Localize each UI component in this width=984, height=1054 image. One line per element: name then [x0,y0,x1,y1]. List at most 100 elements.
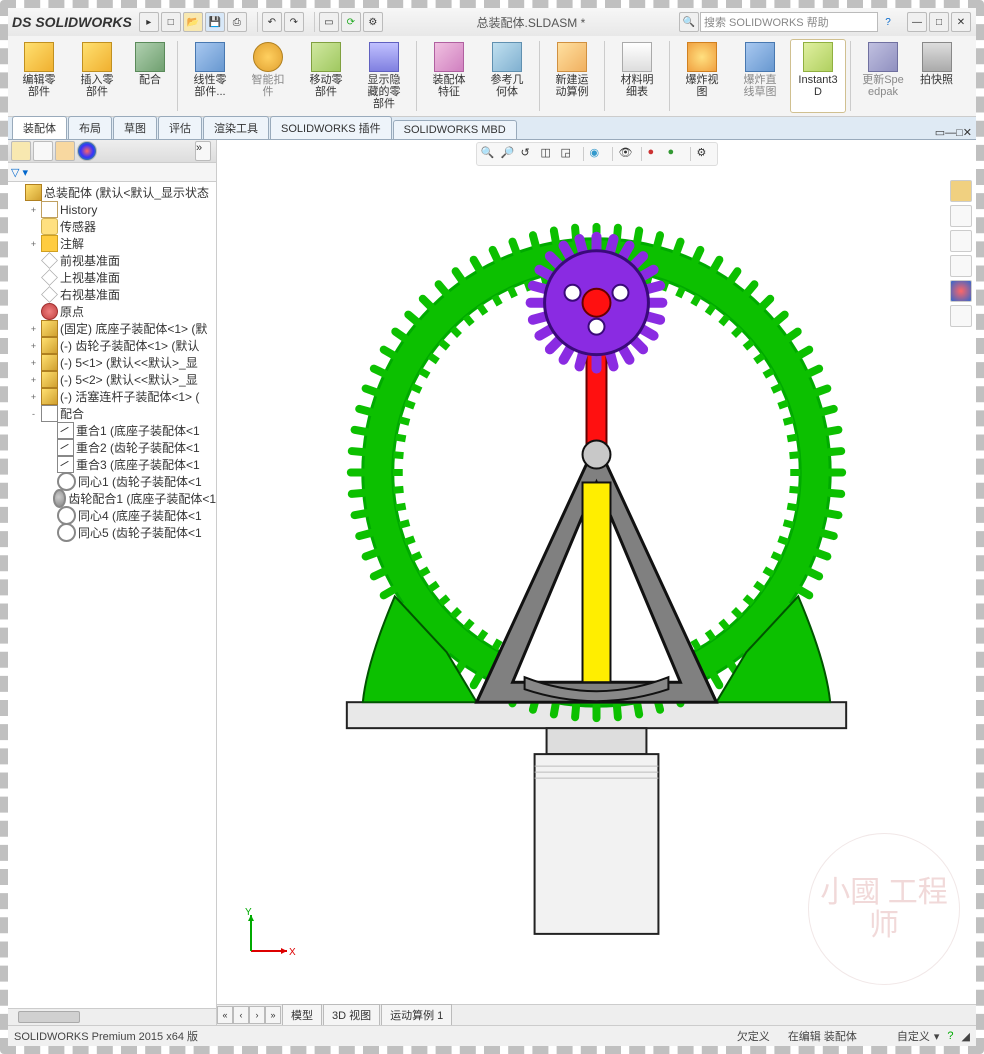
motion-tabs: « ‹ › » 模型 3D 视图 运动算例 1 [217,1004,976,1025]
tab-last-icon[interactable]: » [265,1006,281,1024]
doc-min-icon[interactable]: ▭ [935,126,945,139]
minimize-icon[interactable]: — [907,12,927,32]
tab-mbd[interactable]: SOLIDWORKS MBD [393,120,517,139]
tab-3dview[interactable]: 3D 视图 [323,1004,380,1025]
fm-tree-icon[interactable] [11,141,31,161]
tab-layout[interactable]: 布局 [68,116,112,139]
linear-pattern-button[interactable]: 线性零部件... [182,39,238,113]
tree-node[interactable]: +History [8,201,216,218]
speedpak-button[interactable]: 更新Speedpak [855,39,911,113]
fm-tab-bar: » [8,140,216,163]
orientation-triad: X Y [237,905,297,965]
tab-addins[interactable]: SOLIDWORKS 插件 [270,116,392,139]
svg-text:Y: Y [245,907,252,918]
tree-node[interactable]: 重合3 (底座子装配体<1 [8,456,216,473]
snapshot-button[interactable]: 拍快照 [913,39,960,113]
tab-sketch[interactable]: 草图 [113,116,157,139]
tree-node[interactable]: 上视基准面 [8,269,216,286]
new-motion-button[interactable]: 新建运动算例 [544,39,600,113]
rebuild-icon[interactable]: ⟳ [341,12,361,32]
status-grip-icon[interactable]: ◢ [962,1030,970,1043]
fm-filter-row[interactable]: ▽ ▾ [8,163,216,182]
graphics-viewport[interactable]: 🔍 🔎 ↺ ◫ ◲ ◉ 👁 ● ● ⚙ [217,140,976,1025]
tab-evaluate[interactable]: 评估 [158,116,202,139]
exploded-button[interactable]: 爆炸视图 [674,39,730,113]
edit-part-button[interactable]: 编辑零部件 [11,39,67,113]
new-icon[interactable]: □ [161,12,181,32]
svg-text:X: X [289,947,296,958]
maximize-icon[interactable]: □ [929,12,949,32]
menu-dropdown-icon[interactable]: ▸ [139,12,159,32]
doc-max-icon[interactable]: □ [956,127,963,139]
fm-display-icon[interactable] [77,141,97,161]
watermark: 小國 工程师 [808,833,960,985]
status-dropdown-icon[interactable]: ▾ [934,1030,940,1043]
tree-node[interactable]: 前视基准面 [8,252,216,269]
document-title: 总装配体.SLDASM * [384,14,678,31]
tab-first-icon[interactable]: « [217,1006,233,1024]
print-icon[interactable]: ⎙ [227,12,247,32]
tree-node[interactable]: 右视基准面 [8,286,216,303]
save-icon[interactable]: 💾 [205,12,225,32]
smart-fastener-button[interactable]: 智能扣件 [240,39,296,113]
help-search-input[interactable]: 搜索 SOLIDWORKS 帮助 [700,12,878,32]
instant3d-button[interactable]: Instant3D [790,39,846,113]
tab-assembly[interactable]: 装配体 [12,116,67,139]
feature-tree[interactable]: 总装配体 (默认<默认_显示状态+History传感器+注解前视基准面上视基准面… [8,182,216,1008]
tab-render[interactable]: 渲染工具 [203,116,269,139]
fm-scrollbar[interactable] [8,1008,216,1025]
search-scope-icon[interactable]: 🔍 [679,12,699,32]
ref-geom-button[interactable]: 参考几何体 [479,39,535,113]
tree-node[interactable]: +(-) 5<1> (默认<<默认>_显 [8,354,216,371]
tree-node[interactable]: 齿轮配合1 (底座子装配体<1 [8,490,216,507]
show-hide-button[interactable]: 显示隐藏的零部件 [356,39,412,113]
tree-node[interactable]: 重合2 (齿轮子装配体<1 [8,439,216,456]
tree-node[interactable]: +(固定) 底座子装配体<1> (默 [8,320,216,337]
open-icon[interactable]: 📂 [183,12,203,32]
fm-property-icon[interactable] [33,141,53,161]
undo-icon[interactable]: ↶ [262,12,282,32]
tab-model[interactable]: 模型 [282,1004,322,1025]
insert-part-button[interactable]: 插入零部件 [69,39,125,113]
bom-button[interactable]: 材料明细表 [609,39,665,113]
fm-config-icon[interactable] [55,141,75,161]
tree-node[interactable]: +注解 [8,235,216,252]
tab-prev-icon[interactable]: ‹ [233,1006,249,1024]
tab-motion1[interactable]: 运动算例 1 [381,1004,452,1025]
status-bar: SOLIDWORKS Premium 2015 x64 版 欠定义 在编辑 装配… [8,1025,976,1046]
status-edit-mode: 在编辑 装配体 [788,1028,857,1044]
tab-next-icon[interactable]: › [249,1006,265,1024]
tree-node[interactable]: 重合1 (底座子装配体<1 [8,422,216,439]
options-icon[interactable]: ⚙ [363,12,383,32]
title-bar: DS SOLIDWORKS ▸ □ 📂 💾 ⎙ ↶ ↷ ▭ ⟳ ⚙ 总装配体.S… [8,8,976,36]
tree-node[interactable]: 同心1 (齿轮子装配体<1 [8,473,216,490]
status-version: SOLIDWORKS Premium 2015 x64 版 [14,1028,198,1044]
status-definition: 欠定义 [737,1028,770,1044]
asm-feature-button[interactable]: 装配体特征 [421,39,477,113]
tree-node[interactable]: +(-) 5<2> (默认<<默认>_显 [8,371,216,388]
tree-node[interactable]: 传感器 [8,218,216,235]
fm-expand-icon[interactable]: » [195,141,211,161]
status-help-icon[interactable]: ? [947,1030,953,1042]
tree-node[interactable]: +(-) 活塞连杆子装配体<1> ( [8,388,216,405]
tree-node[interactable]: 总装配体 (默认<默认_显示状态 [8,184,216,201]
exploded-sketch-button[interactable]: 爆炸直线草图 [732,39,788,113]
feature-manager-panel: » ▽ ▾ 总装配体 (默认<默认_显示状态+History传感器+注解前视基准… [8,140,217,1025]
close-icon[interactable]: ✕ [951,12,971,32]
help-icon[interactable]: ? [879,13,897,31]
doc-restore-icon[interactable]: — [945,127,956,139]
tree-node[interactable]: 原点 [8,303,216,320]
tree-node[interactable]: 同心5 (齿轮子装配体<1 [8,524,216,541]
mate-button[interactable]: 配合 [127,39,173,113]
status-custom[interactable]: 自定义 [897,1028,930,1044]
doc-close-icon[interactable]: ✕ [963,126,972,139]
app-logo: DS SOLIDWORKS [12,14,132,30]
tree-node[interactable]: -配合 [8,405,216,422]
tree-node[interactable]: +(-) 齿轮子装配体<1> (默认 [8,337,216,354]
move-part-button[interactable]: 移动零部件 [298,39,354,113]
command-tabs: 装配体 布局 草图 评估 渲染工具 SOLIDWORKS 插件 SOLIDWOR… [8,117,976,140]
select-icon[interactable]: ▭ [319,12,339,32]
redo-icon[interactable]: ↷ [284,12,304,32]
tree-node[interactable]: 同心4 (底座子装配体<1 [8,507,216,524]
ribbon-toolbar: 编辑零部件 插入零部件 配合 线性零部件... 智能扣件 移动零部件 显示隐藏的… [8,36,976,117]
